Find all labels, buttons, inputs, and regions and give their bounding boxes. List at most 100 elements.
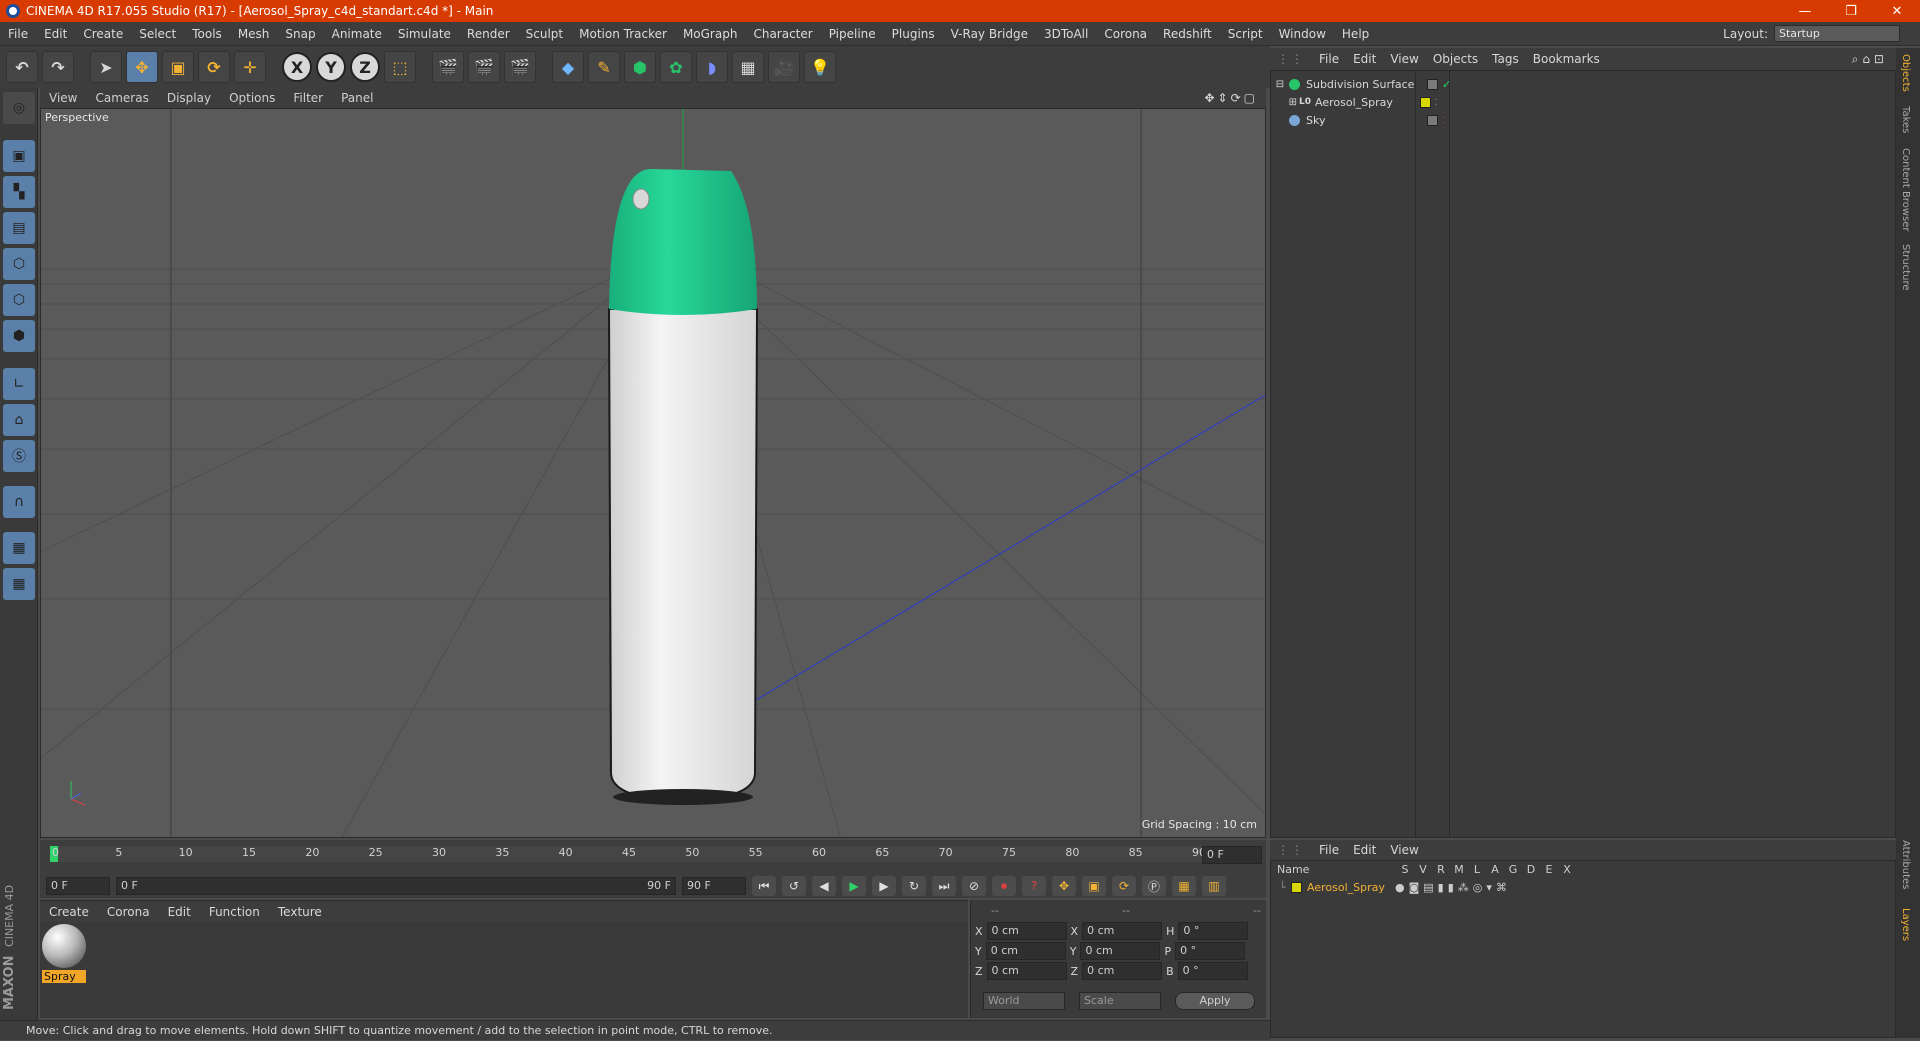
workplane-mode-button[interactable]: ▤ — [3, 212, 35, 244]
enabled-check-icon[interactable]: ✓ — [1442, 78, 1451, 91]
menu-animate[interactable]: Animate — [324, 27, 390, 41]
axis-mode-button[interactable]: ∟ — [3, 368, 35, 400]
go-to-start-button[interactable]: ⏮ — [752, 876, 776, 896]
undo-button[interactable]: ↶ — [6, 51, 38, 83]
menu-script[interactable]: Script — [1220, 27, 1271, 41]
render-settings-button[interactable]: 🎬 — [504, 51, 536, 83]
texture-mode-button[interactable]: ▚ — [3, 176, 35, 208]
object-row-aerosol-spray[interactable]: ⊞ L0 Aerosol_Spray ⁚ — [1271, 93, 1895, 111]
menu-select[interactable]: Select — [131, 27, 184, 41]
objects-search-home-icons[interactable]: ⌕⌂⊡ — [1852, 52, 1896, 67]
polygons-mode-button[interactable]: ⬢ — [3, 320, 35, 352]
menu-mograph[interactable]: MoGraph — [675, 27, 746, 41]
objects-menu-edit[interactable]: Edit — [1346, 52, 1383, 66]
collapse-icon[interactable]: ⊟ — [1271, 79, 1289, 90]
play-button[interactable]: ▶ — [842, 876, 866, 896]
timeline-button[interactable]: ▥ — [1202, 876, 1226, 896]
redo-button[interactable]: ↷ — [42, 51, 74, 83]
viewport-menu-cameras[interactable]: Cameras — [86, 91, 157, 105]
visibility-dots-icon[interactable]: ⁚ — [1442, 116, 1445, 125]
preview-range-slider[interactable]: 0 F 90 F — [116, 877, 676, 895]
layer-color-box[interactable] — [1291, 881, 1302, 893]
tab-takes[interactable]: Takes — [1900, 106, 1911, 133]
size-mode-dropdown[interactable]: Scale — [1079, 992, 1161, 1010]
magnet-button[interactable]: ∩ — [3, 486, 35, 518]
layer-row-aerosol-spray[interactable]: └ Aerosol_Spray ●◙▤▮▮⁂◎▾⌘ — [1271, 879, 1895, 895]
y-axis-toggle[interactable]: Y — [316, 52, 346, 82]
tweak-mode-button[interactable]: ⌂ — [3, 404, 35, 436]
apply-button[interactable]: Apply — [1175, 992, 1255, 1010]
next-key-button[interactable]: ↻ — [902, 876, 926, 896]
menu-pipeline[interactable]: Pipeline — [821, 27, 884, 41]
viewport-menu-panel[interactable]: Panel — [332, 91, 382, 105]
key-parameter-button[interactable]: Ⓟ — [1142, 876, 1166, 896]
go-to-end-button[interactable]: ⏭ — [932, 876, 956, 896]
planar-workplane-button[interactable]: ▦ — [3, 568, 35, 600]
viewport-navigation-icons[interactable]: ✥⇕⟳▢ — [1204, 91, 1266, 105]
rotation-b-field[interactable]: 0 ° — [1177, 962, 1248, 980]
menu-motion-tracker[interactable]: Motion Tracker — [571, 27, 675, 41]
make-editable-button[interactable]: ◎ — [3, 92, 35, 124]
menu-tools[interactable]: Tools — [184, 27, 230, 41]
menu-redshift[interactable]: Redshift — [1155, 27, 1220, 41]
perspective-viewport[interactable]: Perspective Grid Spacing : 10 cm — [40, 108, 1266, 838]
layer-flag-icons[interactable]: ●◙▤▮▮⁂◎▾⌘ — [1395, 881, 1511, 894]
transform-tool-button[interactable]: ✛ — [234, 51, 266, 83]
next-frame-button[interactable]: ▶ — [872, 876, 896, 896]
menu-create[interactable]: Create — [75, 27, 131, 41]
menu-snap[interactable]: Snap — [277, 27, 323, 41]
layers-menu-edit[interactable]: Edit — [1346, 843, 1383, 857]
menu-file[interactable]: File — [0, 27, 36, 41]
menu-plugins[interactable]: Plugins — [884, 27, 943, 41]
objects-menu-bookmarks[interactable]: Bookmarks — [1526, 52, 1607, 66]
rotation-h-field[interactable]: 0 ° — [1178, 922, 1249, 940]
layer-color-box[interactable] — [1427, 114, 1438, 126]
position-y-field[interactable]: 0 cm — [985, 942, 1066, 960]
size-x-field[interactable]: 0 cm — [1082, 922, 1163, 940]
aerosol-spray-model[interactable] — [607, 169, 759, 805]
x-axis-toggle[interactable]: X — [282, 52, 312, 82]
menu-render[interactable]: Render — [459, 27, 518, 41]
menu-simulate[interactable]: Simulate — [390, 27, 459, 41]
menu-corona[interactable]: Corona — [1096, 27, 1155, 41]
menu-sculpt[interactable]: Sculpt — [518, 27, 571, 41]
key-pla-button[interactable]: ▦ — [1172, 876, 1196, 896]
material-menu-create[interactable]: Create — [40, 905, 98, 919]
tab-objects[interactable]: Objects — [1900, 54, 1911, 92]
coordinate-space-dropdown[interactable]: World — [983, 992, 1065, 1010]
material-menu-function[interactable]: Function — [200, 905, 269, 919]
menu-window[interactable]: Window — [1271, 27, 1334, 41]
key-rotation-button[interactable]: ⟳ — [1112, 876, 1136, 896]
add-mograph-button[interactable]: ✿ — [660, 51, 692, 83]
viewport-menu-display[interactable]: Display — [158, 91, 220, 105]
tab-attributes[interactable]: Attributes — [1900, 840, 1911, 889]
motion-path-button[interactable]: ⊘ — [962, 876, 986, 896]
render-picture-viewer-button[interactable]: 🎬 — [468, 51, 500, 83]
menu-vray-bridge[interactable]: V-Ray Bridge — [943, 27, 1036, 41]
menu-mesh[interactable]: Mesh — [230, 27, 278, 41]
snap-button[interactable]: Ⓢ — [3, 440, 35, 472]
edges-mode-button[interactable]: ⬡ — [3, 284, 35, 316]
menu-3dtoall[interactable]: 3DToAll — [1036, 27, 1096, 41]
size-y-field[interactable]: 0 cm — [1080, 942, 1161, 960]
render-view-button[interactable]: 🎬 — [432, 51, 464, 83]
layers-menu-file[interactable]: File — [1312, 843, 1346, 857]
coordinate-system-button[interactable]: ⬚ — [384, 51, 416, 83]
material-menu-texture[interactable]: Texture — [269, 905, 331, 919]
rotation-p-field[interactable]: 0 ° — [1175, 942, 1246, 960]
visibility-dots-icon[interactable]: ⁚ — [1435, 98, 1438, 107]
layer-color-box[interactable] — [1420, 96, 1431, 108]
layers-menu-view[interactable]: View — [1383, 843, 1425, 857]
add-light-button[interactable]: 💡 — [804, 51, 836, 83]
locked-workplane-button[interactable]: ▦ — [3, 532, 35, 564]
layer-color-box[interactable] — [1427, 78, 1438, 90]
autokey-button[interactable]: ? — [1022, 876, 1046, 896]
model-mode-button[interactable]: ▣ — [3, 140, 35, 172]
points-mode-button[interactable]: ⬡ — [3, 248, 35, 280]
current-frame-field[interactable]: 0 F — [1202, 846, 1262, 864]
tab-content-browser[interactable]: Content Browser — [1900, 148, 1911, 231]
timeline-ruler[interactable]: 0 5 10 15 20 25 30 35 40 45 50 55 60 65 70 75 80 85 90 0 F — [40, 840, 1266, 874]
start-frame-field[interactable]: 0 F — [46, 877, 110, 895]
expand-icon[interactable]: ⊞ — [1271, 97, 1299, 108]
key-scale-button[interactable]: ▣ — [1082, 876, 1106, 896]
